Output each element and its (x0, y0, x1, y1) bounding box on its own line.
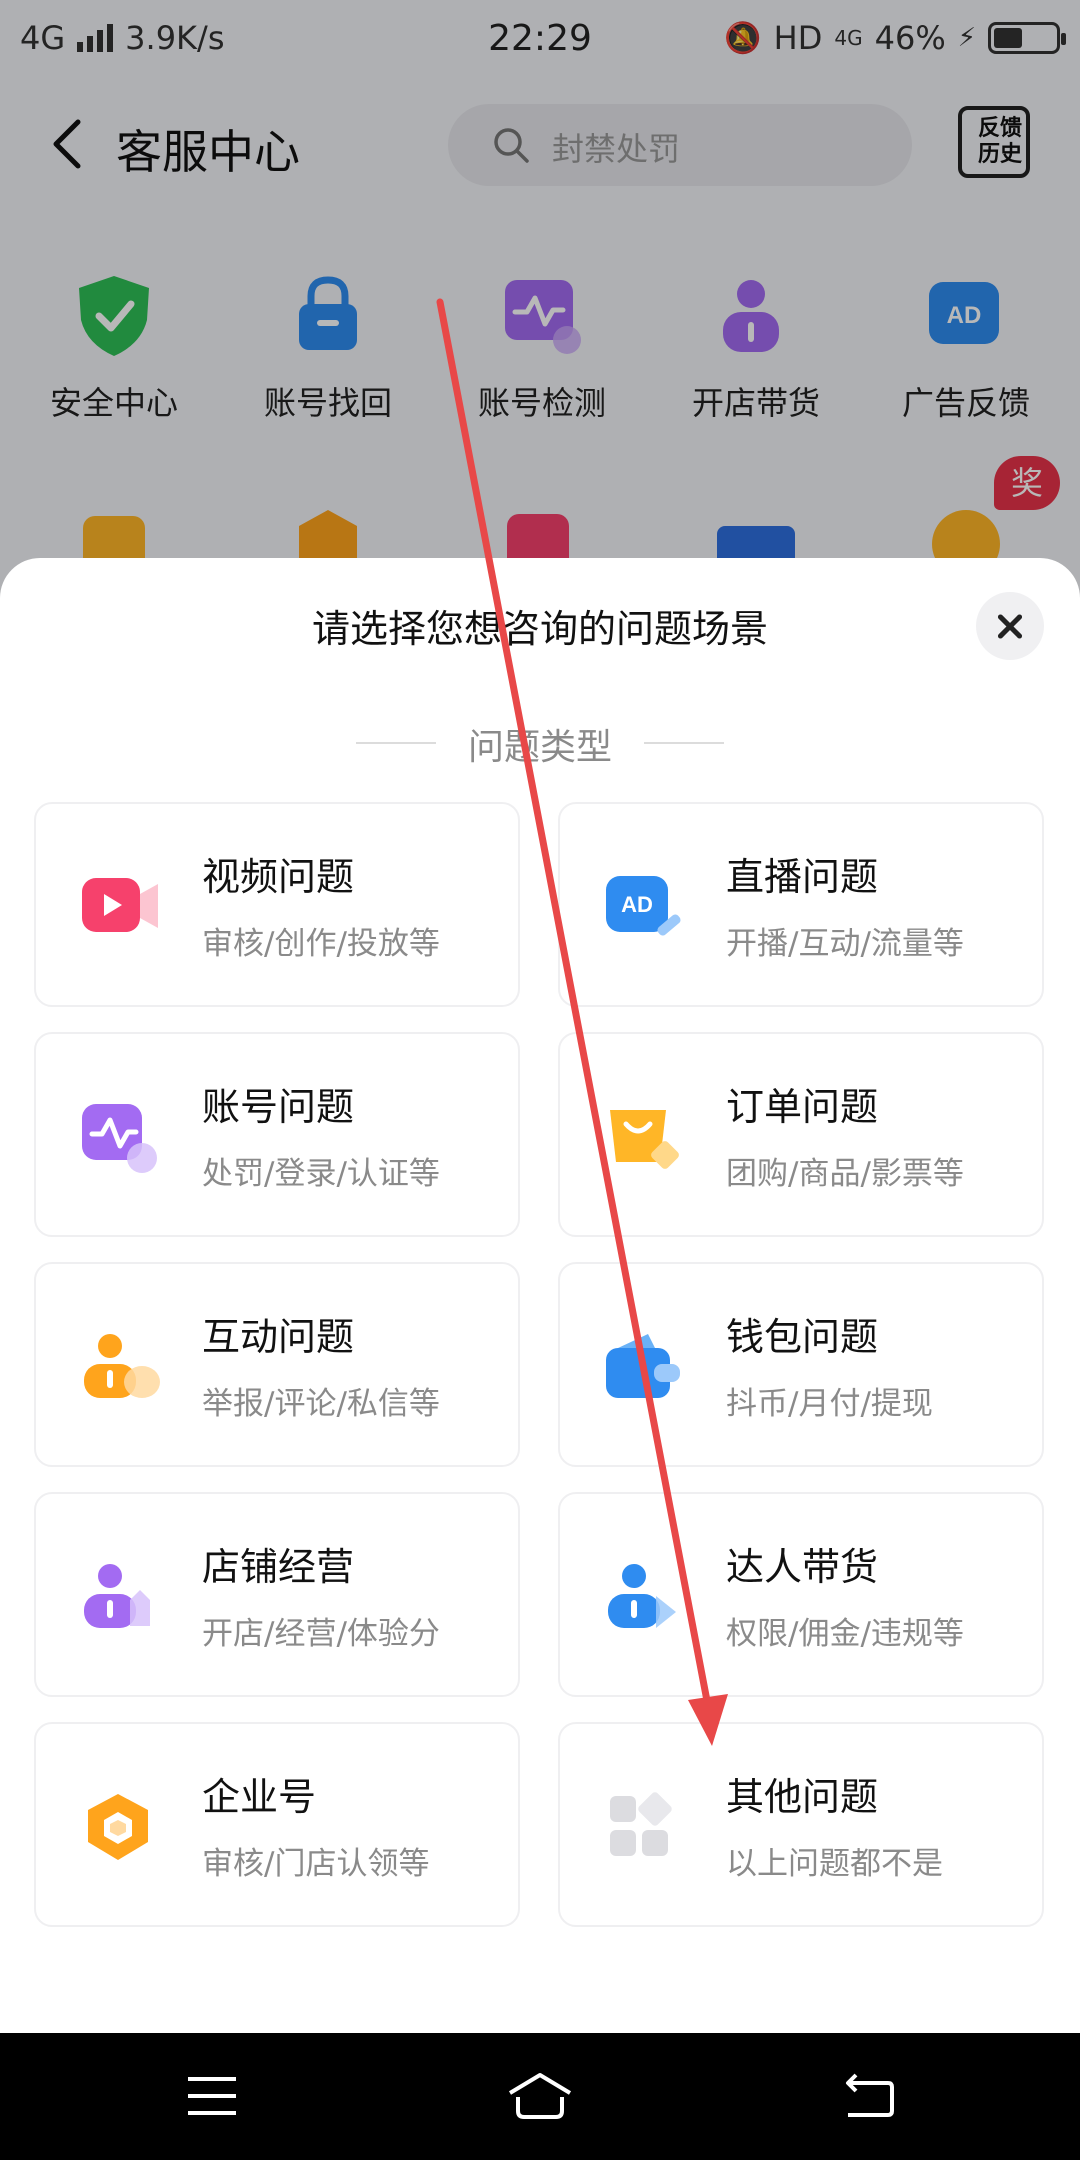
background-page: 4G 3.9K/s 🔕 HD 4G 46% ⚡ 22:29 客服中心 封禁处罚 … (0, 0, 1080, 640)
card-order-issue[interactable]: 订单问题 团购/商品/影票等 (558, 1032, 1044, 1237)
person-icon (84, 1334, 160, 1398)
card-wallet-issue[interactable]: 钱包问题 抖币/月付/提现 (558, 1262, 1044, 1467)
problem-scene-sheet: 请选择您想咨询的问题场景 问题类型 视频问题 审核/创作/投放等 AD 直播问题… (0, 558, 1080, 2033)
system-back-icon[interactable] (840, 2071, 896, 2121)
card-enterprise-account[interactable]: 企业号 审核/门店认领等 (34, 1722, 520, 1927)
card-interaction-issue[interactable]: 互动问题 举报/评论/私信等 (34, 1262, 520, 1467)
card-live-issue[interactable]: AD 直播问题 开播/互动/流量等 (558, 802, 1044, 1007)
bag-icon (610, 1110, 679, 1169)
card-account-issue[interactable]: 账号问题 处罚/登录/认证等 (34, 1032, 520, 1237)
video-icon (82, 878, 158, 932)
dim-overlay[interactable] (0, 0, 1080, 640)
menu-icon[interactable] (184, 2071, 240, 2121)
close-button[interactable] (976, 592, 1044, 660)
system-nav-bar (0, 2033, 1080, 2160)
sheet-title: 请选择您想咨询的问题场景 (311, 607, 768, 651)
home-icon[interactable] (506, 2071, 574, 2121)
pulse-icon (82, 1104, 157, 1173)
section-heading: 问题类型 (0, 718, 1080, 770)
grid-icon (610, 1792, 672, 1856)
wallet-icon (606, 1334, 680, 1398)
card-video-issue[interactable]: 视频问题 审核/创作/投放等 (34, 802, 520, 1007)
cube-icon (88, 1794, 148, 1860)
card-store-operation[interactable]: 店铺经营 开店/经营/体验分 (34, 1492, 520, 1697)
ad-icon: AD (606, 876, 681, 936)
card-influencer-sales[interactable]: 达人带货 权限/佣金/违规等 (558, 1492, 1044, 1697)
svg-text:AD: AD (621, 892, 653, 917)
card-other-issue[interactable]: 其他问题 以上问题都不是 (558, 1722, 1044, 1927)
person-icon (608, 1564, 676, 1628)
person-icon (84, 1564, 150, 1628)
